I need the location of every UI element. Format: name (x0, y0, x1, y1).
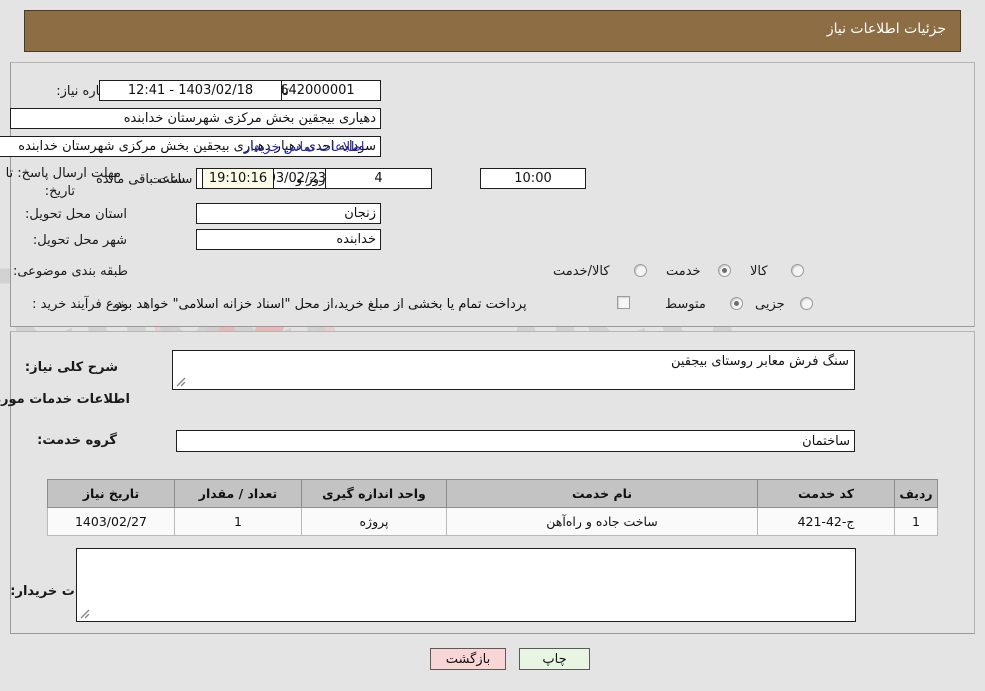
remaining-time-field: 19:10:16 (202, 168, 274, 189)
cell-date: 1403/02/27 (47, 507, 175, 536)
buyer-contact-link[interactable]: اطلاعات تماس خریدار (244, 140, 364, 155)
service-group-field[interactable]: ساختمان (176, 430, 855, 452)
radio-process-jozii-label: جزیی (755, 297, 785, 312)
announce-datetime-field[interactable]: 1403/02/18 - 12:41 (99, 80, 282, 101)
deadline-label-line2: تاریخ: (44, 184, 75, 199)
table-col-unit: واحد اندازه گیری (301, 479, 447, 508)
need-summary-panel (10, 62, 975, 327)
city-label: شهر محل تحویل: (32, 233, 127, 248)
cell-radif: 1 (894, 507, 938, 536)
table-row: 1 ج-42-421 ساخت جاده و راه‌آهن پروژه 1 1… (47, 507, 938, 536)
city-field[interactable]: خدابنده (196, 229, 381, 250)
page-root: AnaTender .net جزئیات اطلاعات نیاز شماره… (0, 0, 985, 691)
resize-grip-icon[interactable] (79, 608, 91, 620)
service-group-value: ساختمان (802, 433, 850, 449)
radio-process-motevaset[interactable] (730, 297, 743, 310)
buyer-org-field[interactable]: دهیاری بیجقین بخش مرکزی شهرستان خدابنده (10, 108, 381, 129)
page-title: جزئیات اطلاعات نیاز (826, 21, 946, 37)
table-col-code: کد خدمت (757, 479, 895, 508)
services-info-heading: اطلاعات خدمات مورد نیاز (0, 392, 130, 407)
remaining-time-value: 19:10:16 (208, 171, 268, 186)
cell-unit: پروژه (301, 507, 447, 536)
general-desc-label: شرح کلی نیاز: (24, 360, 118, 375)
province-field[interactable]: زنجان (196, 203, 381, 224)
services-table: ردیف کد خدمت نام خدمت واحد اندازه گیری ت… (47, 479, 938, 536)
table-col-name: نام خدمت (446, 479, 758, 508)
cell-code: ج-42-421 (757, 507, 895, 536)
print-button[interactable]: چاپ (519, 648, 590, 670)
process-label: نوع فرآیند خرید : (32, 297, 124, 312)
service-group-label: گروه خدمت: (37, 433, 117, 448)
back-button[interactable]: بازگشت (430, 648, 506, 670)
cell-qty: 1 (174, 507, 302, 536)
radio-category-kala-label: کالا (750, 264, 768, 279)
treasury-bond-checkbox[interactable] (617, 296, 630, 309)
general-desc-value: سنگ فرش معابر روستای بیجقین (670, 354, 849, 369)
deadline-hour-field[interactable]: 10:00 (480, 168, 586, 189)
buyer-org-value: دهیاری بیجقین بخش مرکزی شهرستان خدابنده (123, 111, 376, 126)
category-label: طبقه بندی موضوعی: (12, 264, 128, 279)
deadline-hour-value: 10:00 (514, 171, 552, 186)
radio-category-khedmat-label: خدمت (666, 264, 701, 279)
buyer-notes-textarea[interactable] (76, 548, 856, 622)
province-label: استان محل تحویل: (25, 207, 127, 222)
resize-grip-icon[interactable] (175, 376, 187, 388)
province-value: زنجان (344, 206, 376, 221)
radio-category-kala-khedmat[interactable] (634, 264, 647, 277)
radio-category-kala-khedmat-label: کالا/خدمت (553, 264, 610, 279)
announce-datetime-value: 1403/02/18 - 12:41 (127, 83, 254, 98)
general-desc-textarea[interactable]: سنگ فرش معابر روستای بیجقین (172, 350, 855, 390)
table-col-qty: تعداد / مقدار (174, 479, 302, 508)
window-title-bar: جزئیات اطلاعات نیاز (24, 10, 961, 52)
radio-category-kala[interactable] (791, 264, 804, 277)
remaining-days-field[interactable]: 4 (325, 168, 432, 189)
treasury-bond-note: پرداخت تمام یا بخشی از مبلغ خرید،از محل … (112, 297, 527, 312)
cell-name: ساخت جاده و راه‌آهن (446, 507, 758, 536)
remaining-time-suffix: ساعت باقی مانده (96, 172, 193, 187)
radio-category-khedmat[interactable] (718, 264, 731, 277)
print-button-label: چاپ (542, 651, 567, 667)
table-col-date: تاریخ نیاز (47, 479, 175, 508)
table-header-row: ردیف کد خدمت نام خدمت واحد اندازه گیری ت… (47, 479, 938, 508)
remaining-days-value: 4 (374, 171, 383, 186)
remaining-days-suffix: روز و (296, 172, 326, 187)
radio-process-motevaset-label: متوسط (665, 297, 706, 312)
city-value: خدابنده (336, 232, 376, 247)
radio-process-jozii[interactable] (800, 297, 813, 310)
back-button-label: بازگشت (445, 651, 491, 667)
table-col-radif: ردیف (894, 479, 938, 508)
